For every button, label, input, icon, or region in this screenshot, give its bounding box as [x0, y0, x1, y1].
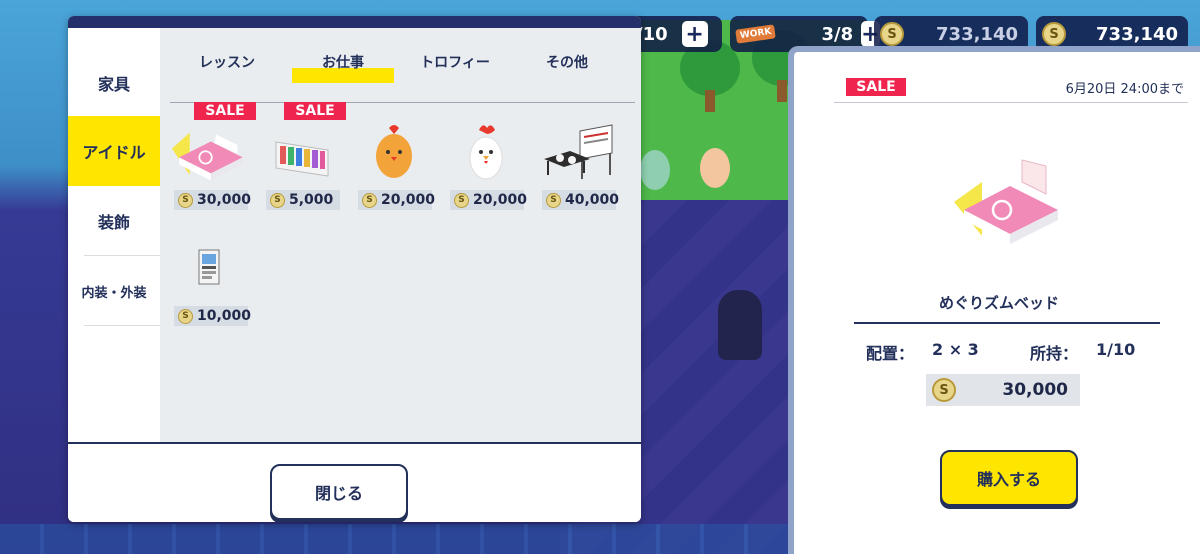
item-price: S 30,000 [174, 190, 251, 210]
tab-other[interactable]: その他 [516, 52, 618, 88]
detail-price: S 30,000 [926, 374, 1080, 406]
category-idol[interactable]: アイドル [68, 116, 160, 186]
item-detail-panel: SALE 6月20日 24:00まで めぐりズムベッド 配置： 2 × 3 所持… [788, 46, 1200, 554]
owned-value: 1/10 [1096, 340, 1136, 359]
item-price: S 10,000 [174, 306, 251, 326]
pink-bed-icon [172, 118, 248, 188]
coin-balance-secondary-value: 733,140 [936, 23, 1018, 45]
coin-icon: S [454, 192, 469, 208]
shop-item[interactable]: S 10,000 [172, 218, 251, 330]
buy-button[interactable]: 購入する [940, 450, 1078, 506]
desk-board-icon [540, 118, 616, 188]
coin-icon: S [932, 378, 956, 402]
shop-header-bar [68, 16, 641, 28]
chick-mascot-icon [356, 118, 432, 188]
sale-badge: SALE [284, 102, 346, 120]
shop-item[interactable]: S 20,000 [356, 102, 435, 214]
coin-icon: S [178, 192, 193, 208]
shop-item[interactable]: S 20,000 [448, 102, 527, 214]
tab-work[interactable]: お仕事 [292, 52, 394, 88]
item-price: S 5,000 [266, 190, 340, 210]
coin-icon: S [178, 308, 193, 324]
owned-label: 所持： [1030, 344, 1079, 363]
coin-icon: S [270, 192, 285, 208]
layout-value: 2 × 3 [932, 340, 979, 359]
shop-item[interactable]: SALE S 5,000 [264, 102, 346, 214]
shop-footer: 閉じる [68, 442, 641, 522]
add-slots-button[interactable]: + [681, 21, 708, 47]
item-content-area: レッスン お仕事 トロフィー その他 SALE S 30,000 SALE S … [160, 28, 641, 442]
layout-label: 配置： [866, 344, 915, 363]
shop-panel: 家具 アイドル 装飾 内装・外装 レッスン お仕事 トロフィー その他 SALE [68, 16, 641, 522]
item-name: めぐりズムベッド [938, 294, 1059, 312]
sale-badge: SALE [846, 78, 906, 96]
close-button[interactable]: 閉じる [270, 464, 408, 520]
category-decoration[interactable]: 装飾 [68, 186, 160, 256]
category-sidebar: 家具 アイドル 装飾 内装・外装 [68, 28, 160, 442]
poster-set-icon [264, 118, 340, 188]
tab-trophy[interactable]: トロフィー [404, 52, 506, 88]
detail-divider [834, 102, 1188, 103]
player-avatar[interactable] [718, 290, 762, 360]
sale-badge: SALE [194, 102, 256, 120]
detail-price-value: 30,000 [1002, 380, 1068, 400]
work-count: 3/8 [821, 23, 854, 45]
coin-balance-value: 733,140 [1096, 23, 1178, 45]
coin-icon: S [880, 22, 904, 46]
tab-lesson[interactable]: レッスン [176, 52, 278, 88]
shop-item[interactable]: S 40,000 [540, 102, 619, 214]
item-price: S 40,000 [542, 190, 619, 210]
magazine-icon [172, 234, 248, 304]
coin-icon: S [546, 192, 561, 208]
sale-deadline: 6月20日 24:00まで [1065, 82, 1184, 97]
category-interior-exterior[interactable]: 内装・外装 [68, 256, 160, 326]
coin-icon: S [1042, 22, 1066, 46]
pink-bed-icon [954, 158, 1064, 248]
coin-icon: S [362, 192, 377, 208]
shop-item[interactable]: SALE S 30,000 [172, 102, 256, 214]
name-underline [854, 322, 1160, 324]
chicken-mascot-icon [448, 118, 524, 188]
item-price: S 20,000 [450, 190, 527, 210]
item-price: S 20,000 [358, 190, 435, 210]
work-ticket-icon: WORK [735, 24, 777, 44]
category-furniture[interactable]: 家具 [68, 48, 160, 118]
